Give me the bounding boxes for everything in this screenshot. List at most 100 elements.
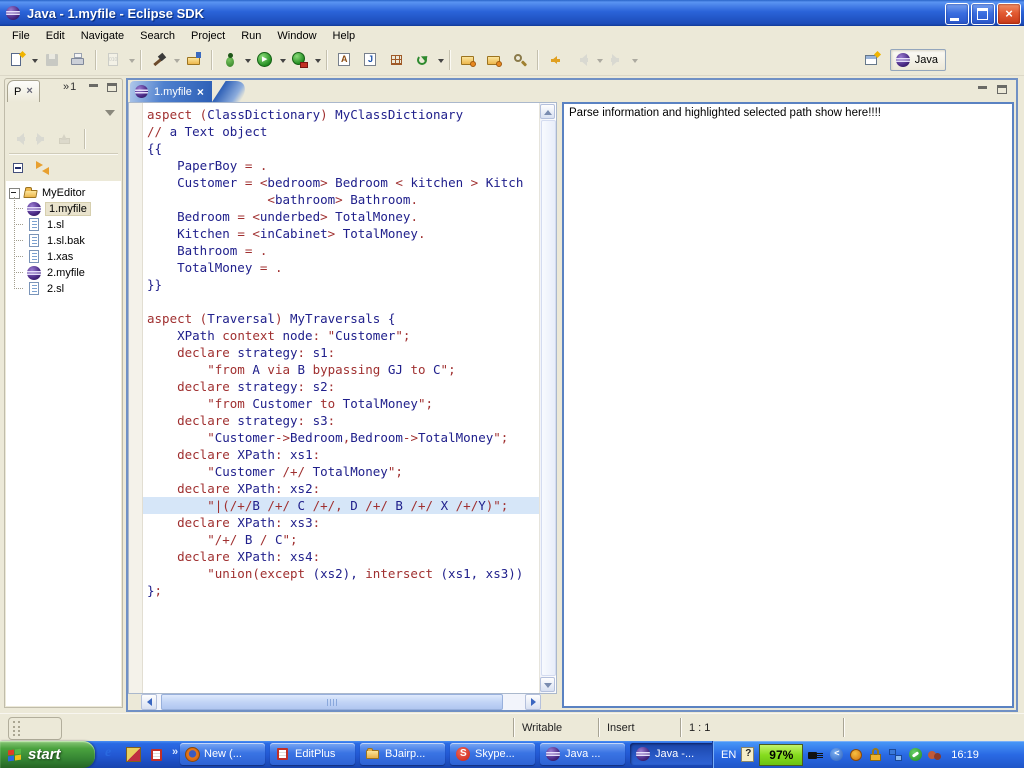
menu-run[interactable]: Run (233, 28, 269, 44)
refresh-button[interactable] (410, 48, 436, 72)
taskbar-button-new[interactable]: New (... (180, 743, 265, 765)
fwd-dis-button[interactable] (604, 48, 630, 72)
scroll-up-icon[interactable] (540, 104, 555, 119)
annotation-ruler[interactable] (129, 103, 143, 693)
language-indicator[interactable]: EN (721, 749, 736, 761)
restore-button[interactable] (971, 3, 995, 25)
folder-dot-button[interactable] (481, 48, 507, 72)
tray-phone-icon[interactable] (909, 748, 922, 761)
new-grid-button[interactable] (384, 48, 410, 72)
back-dis-button[interactable] (569, 48, 595, 72)
quicklaunch-app2[interactable] (125, 746, 142, 763)
forward-icon[interactable] (34, 131, 50, 147)
run-ext-button[interactable] (287, 48, 313, 72)
editor-tab-1myfile[interactable]: 1.myfile × (130, 81, 212, 102)
keyword-token: "; (441, 362, 456, 377)
new-a-button[interactable] (332, 48, 358, 72)
vertical-scroll-thumb[interactable] (541, 120, 556, 676)
tray-chevron-icon[interactable] (830, 748, 843, 761)
pane-minimize-button[interactable] (976, 84, 991, 97)
keyword-token: : (298, 413, 313, 428)
identifier-token: (xs1, xs3)) (441, 566, 524, 581)
tree-item-1-xas[interactable]: 1.xas (14, 249, 121, 265)
horizontal-scrollbar[interactable] (141, 694, 541, 710)
menu-file[interactable]: File (4, 28, 38, 44)
fwd-dis-dropdown-icon[interactable] (630, 49, 639, 71)
battery-indicator[interactable]: 97% (759, 744, 803, 766)
horizontal-scroll-thumb[interactable] (161, 694, 503, 710)
close-button[interactable]: × (997, 3, 1021, 25)
explorer-tab-close-icon[interactable]: × (26, 86, 32, 97)
quicklaunch-ie[interactable] (102, 747, 118, 763)
menu-project[interactable]: Project (183, 28, 233, 44)
quicklaunch-overflow-chevron[interactable]: » (172, 746, 178, 758)
menu-window[interactable]: Window (269, 28, 324, 44)
hidden-tabs-indicator[interactable]: »1 (63, 81, 77, 93)
build-hammer-button[interactable] (146, 48, 172, 72)
back-icon[interactable] (11, 131, 27, 147)
minimize-button[interactable] (945, 3, 969, 25)
collapse-all-icon[interactable] (11, 159, 27, 175)
menu-navigate[interactable]: Navigate (73, 28, 132, 44)
keyword-token: " (147, 464, 215, 479)
binary-file-dropdown-icon[interactable] (127, 49, 136, 71)
run-ext-dropdown-icon[interactable] (313, 49, 322, 71)
code-text-area[interactable]: aspect (ClassDictionary) MyClassDictiona… (143, 103, 539, 693)
run-dropdown-icon[interactable] (278, 49, 287, 71)
taskbar-button-java[interactable]: Java -... (630, 743, 715, 765)
help-icon[interactable] (741, 747, 754, 762)
debug-button[interactable] (217, 48, 243, 72)
taskbar-clock[interactable]: 16:19 (951, 749, 979, 761)
taskbar-button-java[interactable]: Java ... (540, 743, 625, 765)
tray-lock-icon[interactable] (868, 747, 884, 763)
view-maximize-button[interactable] (105, 82, 120, 95)
tree-item-2-myfile[interactable]: 2.myfile (14, 265, 121, 281)
menu-search[interactable]: Search (132, 28, 183, 44)
run-button[interactable] (252, 48, 278, 72)
debug-dropdown-icon[interactable] (243, 49, 252, 71)
open-file-button[interactable] (181, 48, 207, 72)
scroll-left-icon[interactable] (141, 694, 157, 710)
build-hammer-dropdown-icon[interactable] (172, 49, 181, 71)
scroll-down-icon[interactable] (540, 677, 555, 692)
tree-item-1-myfile[interactable]: 1.myfile (14, 201, 121, 217)
tree-item-1-sl[interactable]: 1.sl (14, 217, 121, 233)
save-button[interactable] (39, 48, 65, 72)
keyword-token: : (275, 549, 290, 564)
pane-maximize-button[interactable] (995, 84, 1010, 97)
last-edit-button[interactable] (543, 48, 569, 72)
menu-edit[interactable]: Edit (38, 28, 73, 44)
up-icon[interactable] (57, 131, 73, 147)
menu-help[interactable]: Help (325, 28, 364, 44)
tray-people-icon[interactable] (927, 747, 943, 763)
back-dis-dropdown-icon[interactable] (595, 49, 604, 71)
new-j-button[interactable] (358, 48, 384, 72)
taskbar-button-skype[interactable]: Skype... (450, 743, 535, 765)
explorer-view-tab[interactable]: P × (7, 80, 40, 102)
view-menu-icon[interactable] (102, 105, 116, 117)
tray-net-icon[interactable] (888, 747, 904, 763)
tray-orange-icon[interactable] (850, 749, 862, 761)
new-wizard-dropdown-icon[interactable] (30, 49, 39, 71)
quicklaunch-editplus[interactable] (149, 747, 165, 763)
taskbar-button-bjairp[interactable]: BJairp... (360, 743, 445, 765)
view-minimize-button[interactable] (87, 82, 102, 95)
link-with-editor-icon[interactable] (35, 159, 51, 175)
new-wizard-button[interactable] (4, 48, 30, 72)
binary-file-button[interactable] (101, 48, 127, 72)
folder-dot-button[interactable] (455, 48, 481, 72)
start-button[interactable]: start (0, 741, 95, 768)
open-perspective-button[interactable] (859, 48, 885, 72)
java-perspective-button[interactable]: Java (890, 49, 946, 71)
refresh-dropdown-icon[interactable] (436, 49, 445, 71)
tree-root-myeditor[interactable]: MyEditor (6, 185, 121, 201)
tree-item-2-sl[interactable]: 2.sl (14, 281, 121, 297)
taskbar-button-editplus[interactable]: EditPlus (270, 743, 355, 765)
print-button[interactable] (65, 48, 91, 72)
editor-tab-close-icon[interactable]: × (197, 86, 204, 98)
vertical-scrollbar[interactable] (539, 103, 556, 693)
identifier-token: xs4 (290, 549, 313, 564)
scroll-right-icon[interactable] (525, 694, 541, 710)
search-mag-button[interactable] (507, 48, 533, 72)
tree-item-1-sl-bak[interactable]: 1.sl.bak (14, 233, 121, 249)
